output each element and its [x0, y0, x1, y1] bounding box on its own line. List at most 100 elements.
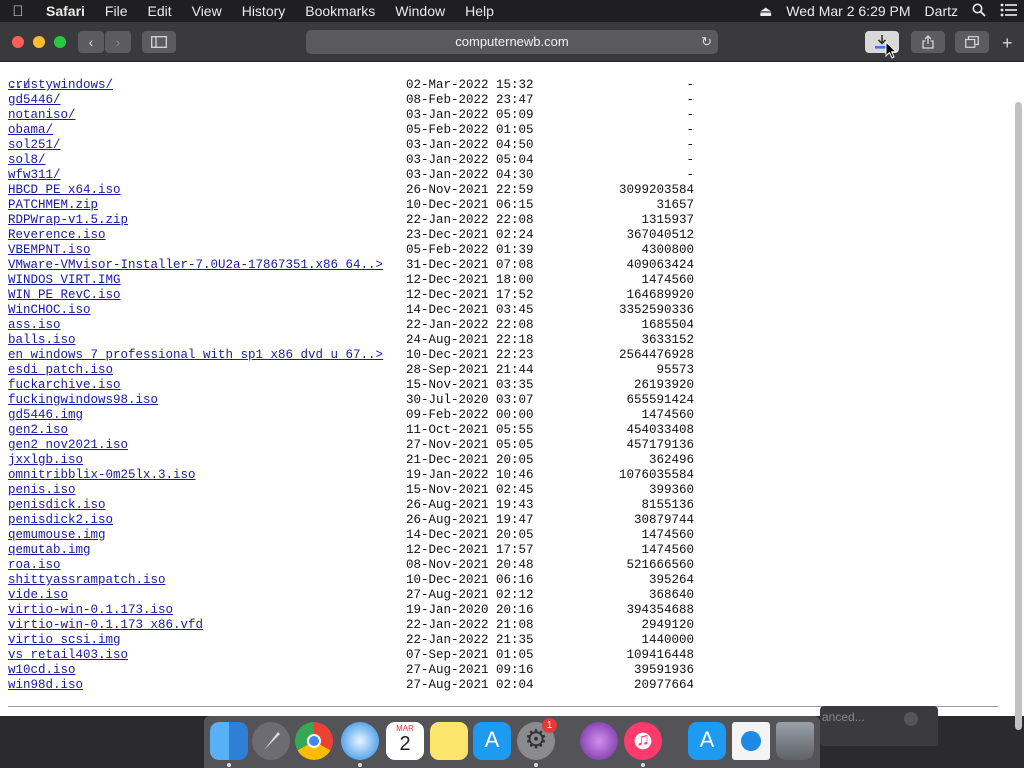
file-size: 31657	[656, 198, 694, 212]
sidebar-toggle-button[interactable]	[142, 31, 176, 53]
file-link[interactable]: virtio-win-0.1.173.iso	[8, 603, 173, 618]
finder-icon[interactable]	[210, 722, 248, 760]
new-tab-button[interactable]: +	[1002, 34, 1013, 52]
file-link[interactable]: PATCHMEM.zip	[8, 198, 98, 213]
app-store-folder-icon[interactable]: A	[688, 722, 726, 760]
file-link[interactable]: esdi_patch.iso	[8, 363, 113, 378]
file-link[interactable]: gd5446/	[8, 93, 61, 108]
file-link[interactable]: virtio-win-0.1.173_x86.vfd	[8, 618, 203, 633]
safari-icon[interactable]	[341, 722, 379, 760]
user-name[interactable]: Dartz	[925, 3, 958, 19]
file-link[interactable]: shittyassrampatch.iso	[8, 573, 166, 588]
file-link[interactable]: gd5446.img	[8, 408, 83, 423]
launchpad-icon[interactable]	[252, 722, 290, 760]
chrome-icon[interactable]	[295, 722, 333, 760]
file-size: 655591424	[626, 393, 694, 407]
menu-view[interactable]: View	[182, 0, 232, 22]
vertical-scrollbar[interactable]	[1015, 102, 1022, 730]
address-bar[interactable]: computernewb.com ↻	[306, 30, 718, 54]
file-link[interactable]: HBCD_PE_x64.iso	[8, 183, 121, 198]
chrome-center	[307, 734, 321, 748]
file-link[interactable]: gen2.iso	[8, 423, 68, 438]
list-item: ass.iso 22-Jan-2022 22:08 1685504	[8, 318, 998, 333]
zoom-window-button[interactable]	[54, 36, 66, 48]
apple-menu-icon[interactable]: 	[0, 3, 36, 20]
share-button[interactable]	[911, 31, 945, 53]
file-link[interactable]: sol8/	[8, 153, 46, 168]
close-window-button[interactable]	[12, 36, 24, 48]
file-link[interactable]: w10cd.iso	[8, 663, 76, 678]
downloads-stack-icon[interactable]	[732, 722, 770, 760]
file-link[interactable]: balls.iso	[8, 333, 76, 348]
notes-icon[interactable]	[430, 722, 468, 760]
file-link[interactable]: obama/	[8, 123, 53, 138]
file-link[interactable]: en_windows_7_professional_with_sp1_x86_d…	[8, 348, 383, 363]
eject-icon[interactable]: ⏏	[759, 3, 772, 20]
modified-date: 30-Jul-2020 03:07	[406, 393, 534, 407]
reload-icon[interactable]: ↻	[701, 30, 712, 54]
calendar-icon[interactable]: MAR 2	[386, 722, 424, 760]
file-link[interactable]: sol251/	[8, 138, 61, 153]
notification-center-icon[interactable]	[1000, 3, 1018, 20]
file-link[interactable]: qemutab.img	[8, 543, 91, 558]
menu-edit[interactable]: Edit	[137, 0, 181, 22]
file-link[interactable]: WinCHOC.iso	[8, 303, 91, 318]
app-menu[interactable]: Safari	[36, 0, 95, 22]
file-link[interactable]: vs_retail403.iso	[8, 648, 128, 663]
menu-window[interactable]: Window	[385, 0, 455, 22]
file-link[interactable]: WIN_PE_RevC.iso	[8, 288, 121, 303]
back-button[interactable]: ‹	[78, 31, 104, 53]
modified-date: 08-Nov-2021 20:48	[406, 558, 534, 572]
file-link[interactable]: penisdick2.iso	[8, 513, 113, 528]
file-link[interactable]: fuckarchive.iso	[8, 378, 121, 393]
file-link[interactable]: notaniso/	[8, 108, 76, 123]
notification-badge: 1	[542, 718, 557, 733]
clock[interactable]: Wed Mar 2 6:29 PM	[786, 3, 910, 19]
menu-history[interactable]: History	[232, 0, 296, 22]
file-link[interactable]: RDPWrap-v1.5.zip	[8, 213, 128, 228]
file-link[interactable]: crustywindows/	[8, 78, 113, 93]
modified-date: 14-Dec-2021 03:45	[406, 303, 534, 317]
show-tabs-button[interactable]	[955, 31, 989, 53]
menu-help[interactable]: Help	[455, 0, 504, 22]
file-size: 367040512	[626, 228, 694, 242]
file-link[interactable]: roa.iso	[8, 558, 61, 573]
forward-button[interactable]: ›	[105, 31, 131, 53]
itunes-icon[interactable]: ♫	[624, 722, 662, 760]
installer-icon[interactable]	[580, 722, 618, 760]
minimize-window-button[interactable]	[33, 36, 45, 48]
file-size: 368640	[648, 588, 694, 602]
file-size: 1076035584	[618, 468, 694, 482]
file-link[interactable]: ass.iso	[8, 318, 61, 333]
file-link[interactable]: qemumouse.img	[8, 528, 106, 543]
file-link[interactable]: fuckingwindows98.iso	[8, 393, 158, 408]
list-item: esdi_patch.iso 28-Sep-2021 21:44 95573	[8, 363, 998, 378]
menu-bookmarks[interactable]: Bookmarks	[295, 0, 385, 22]
app-store-icon[interactable]: A	[473, 722, 511, 760]
file-link[interactable]: Reverence.iso	[8, 228, 106, 243]
file-link[interactable]: VMware-VMvisor-Installer-7.0U2a-17867351…	[8, 258, 383, 273]
file-size: -	[686, 108, 694, 122]
file-size: 457179136	[626, 438, 694, 452]
file-link[interactable]: jxxlgb.iso	[8, 453, 83, 468]
file-size: -	[686, 168, 694, 182]
file-link[interactable]: penis.iso	[8, 483, 76, 498]
modified-date: 12-Dec-2021 17:57	[406, 543, 534, 557]
file-link[interactable]: vide.iso	[8, 588, 68, 603]
modified-date: 10-Dec-2021 06:15	[406, 198, 534, 212]
list-item: virtio-win-0.1.173_x86.vfd 22-Jan-2022 21…	[8, 618, 998, 633]
file-link[interactable]: gen2_nov2021.iso	[8, 438, 128, 453]
file-link[interactable]: omnitribblix-0m25lx.3.iso	[8, 468, 196, 483]
modified-date: 27-Aug-2021 09:16	[406, 663, 534, 677]
spotlight-search-icon[interactable]	[972, 3, 986, 20]
file-link[interactable]: win98d.iso	[8, 678, 83, 693]
menu-file[interactable]: File	[95, 0, 138, 22]
trash-icon[interactable]	[776, 722, 814, 760]
file-link[interactable]: penisdick.iso	[8, 498, 106, 513]
file-link[interactable]: virtio_scsi.img	[8, 633, 121, 648]
file-link[interactable]: WINDOS_VIRT.IMG	[8, 273, 121, 288]
file-link[interactable]: VBEMPNT.iso	[8, 243, 91, 258]
file-link[interactable]: wfw311/	[8, 168, 61, 183]
file-size: 394354688	[626, 603, 694, 617]
running-indicator	[641, 763, 645, 767]
